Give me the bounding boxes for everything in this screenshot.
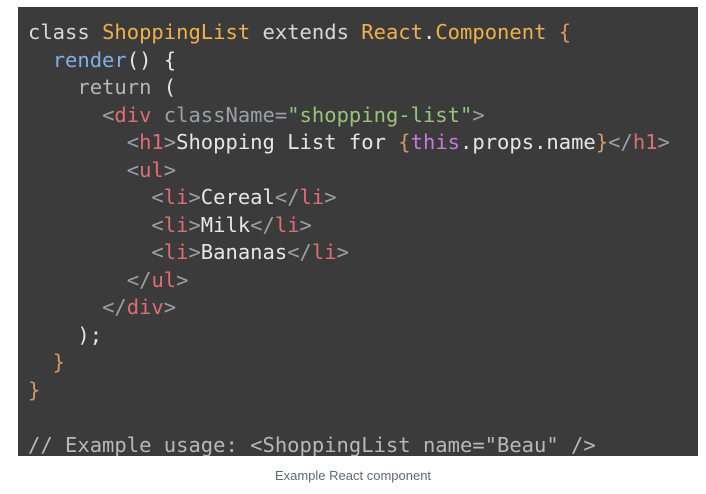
code-token: < xyxy=(126,157,140,182)
code-token: ( xyxy=(151,75,177,99)
code-token: li xyxy=(311,240,337,264)
code-line: <ul> xyxy=(28,157,670,185)
code-token: "shopping-list" xyxy=(287,102,473,127)
code-token: </ xyxy=(287,240,312,264)
code-token: { xyxy=(546,20,572,44)
code-token: > xyxy=(188,185,201,209)
code-token: . xyxy=(422,20,436,44)
code-token: this xyxy=(410,130,461,154)
code-token: > xyxy=(472,102,485,127)
code-token: > xyxy=(299,212,312,237)
code-token: li xyxy=(163,240,189,264)
code-token: Shopping List for xyxy=(176,130,399,154)
code-line: render() { xyxy=(28,47,670,75)
code-token: className xyxy=(151,102,275,127)
code-line: } xyxy=(28,377,670,405)
code-token: Milk xyxy=(200,212,251,237)
code-token: < xyxy=(151,212,164,237)
code-token: return xyxy=(77,75,152,99)
page: class ShoppingList extends React.Compone… xyxy=(0,0,706,494)
code-token: > xyxy=(188,212,201,237)
code-token: React xyxy=(361,20,423,44)
code-token: li xyxy=(274,212,300,237)
code-line: ); xyxy=(28,322,670,350)
code-line: <div className="shopping-list"> xyxy=(28,102,670,130)
code-token: > xyxy=(163,157,177,182)
code-token: > xyxy=(163,130,177,154)
code-token: { xyxy=(398,130,411,154)
code-token: < xyxy=(126,130,140,154)
code-token: </ xyxy=(274,185,300,209)
code-token: extends xyxy=(250,20,362,44)
code-token: < xyxy=(151,185,164,209)
code-token: // Example usage: <ShoppingList name="Be… xyxy=(28,432,596,457)
code-token: li xyxy=(299,185,325,209)
code-line: <li>Milk</li> xyxy=(28,212,670,240)
code-token: .props.name xyxy=(460,130,596,154)
code-line: <li>Cereal</li> xyxy=(28,184,670,212)
code-token: </ xyxy=(126,267,152,292)
code-line: return ( xyxy=(28,74,670,102)
code-token: div xyxy=(126,295,164,319)
code-token: Component xyxy=(435,20,547,44)
code-token: > xyxy=(163,295,177,319)
code-line: class ShoppingList extends React.Compone… xyxy=(28,19,670,47)
code-token: h1 xyxy=(632,130,658,154)
code-token: Cereal xyxy=(200,185,275,209)
code-token: h1 xyxy=(139,130,164,154)
code-token: > xyxy=(336,240,349,264)
code-line: <h1>Shopping List for {this.props.name}<… xyxy=(28,129,670,157)
code-token: class xyxy=(28,20,103,44)
code-token: } xyxy=(28,377,41,402)
code-token: > xyxy=(324,185,337,209)
code-token: Bananas xyxy=(200,240,288,264)
code-token: div xyxy=(114,102,152,127)
code-token: </ xyxy=(608,130,633,154)
code-token: > xyxy=(188,240,201,264)
code-token: render xyxy=(52,47,127,72)
code-token: < xyxy=(102,102,115,127)
code-listing: class ShoppingList extends React.Compone… xyxy=(28,19,670,456)
code-line: } xyxy=(28,349,670,377)
code-token: = xyxy=(274,102,288,127)
code-token: </ xyxy=(102,295,127,319)
figure-caption: Example React component xyxy=(274,468,432,483)
code-token: > xyxy=(657,130,670,154)
code-token: < xyxy=(151,240,164,264)
code-token: } xyxy=(28,350,66,374)
code-token: ul xyxy=(139,157,164,182)
code-line: </div> xyxy=(28,294,670,322)
code-token: () { xyxy=(126,47,177,72)
code-block: class ShoppingList extends React.Compone… xyxy=(18,7,698,456)
code-line: // Example usage: <ShoppingList name="Be… xyxy=(28,432,670,457)
code-token: </ xyxy=(250,212,275,237)
code-line: <li>Bananas</li> xyxy=(28,239,670,267)
code-token: li xyxy=(163,212,189,237)
code-token: ul xyxy=(151,267,177,292)
code-token: li xyxy=(163,185,189,209)
code-line: </ul> xyxy=(28,267,670,295)
code-token: } xyxy=(595,130,609,154)
code-token: ); xyxy=(28,322,103,347)
code-token: > xyxy=(176,267,189,292)
code-token: ShoppingList xyxy=(102,20,251,44)
